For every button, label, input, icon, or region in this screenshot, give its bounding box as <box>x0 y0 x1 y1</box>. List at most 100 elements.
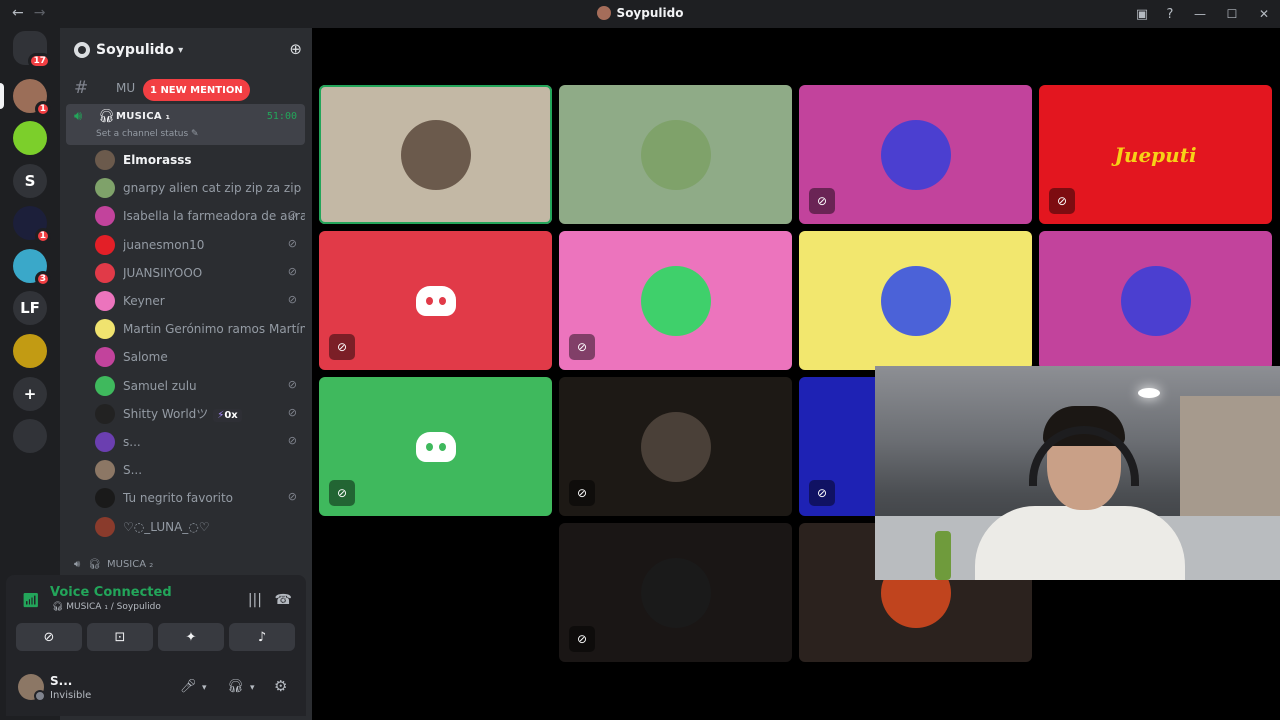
server-label: LF <box>20 299 40 317</box>
server-avatar[interactable] <box>13 121 47 155</box>
invite-people-icon[interactable]: ⊕ <box>289 40 302 58</box>
voice-member[interactable]: s... ⊘ <box>95 430 305 454</box>
voice-member[interactable]: Samuel zulu ⊘ <box>95 374 305 398</box>
participant-tile[interactable]: ⊘ <box>319 231 552 370</box>
soundboard-button[interactable]: ♪ <box>229 623 295 651</box>
gear-icon[interactable]: ⚙ <box>274 677 287 695</box>
chevron-down-icon[interactable]: ▾ <box>250 683 255 693</box>
maximize-button[interactable]: ☐ <box>1216 7 1248 21</box>
signal-icon: 📶︎ <box>22 593 40 609</box>
voice-member[interactable]: JUANSIIYOOO ⊘ <box>95 261 305 285</box>
discover-icon[interactable] <box>13 419 47 453</box>
voice-member[interactable]: Salome <box>95 345 305 369</box>
microphone-icon[interactable]: 🎤︎ <box>180 679 197 694</box>
voice-member[interactable]: S... <box>95 458 305 482</box>
noise-suppression-icon[interactable]: ||| <box>248 592 262 608</box>
avatar <box>95 150 115 170</box>
member-name-text: Isabella la farmeadora de aura <box>123 209 305 224</box>
mic-muted-icon: ⊘ <box>809 480 835 506</box>
chevron-down-icon: ▾ <box>178 44 184 56</box>
server-item[interactable]: LF <box>13 291 47 325</box>
shirt <box>975 506 1185 580</box>
voice-member[interactable]: Tu negrito favorito ⊘ <box>95 486 305 510</box>
mic-muted-icon: ⊘ <box>287 490 297 504</box>
mic-muted-icon: ⊘ <box>287 208 297 222</box>
hash-icon: # <box>74 78 89 98</box>
voice-channel-musica-1[interactable]: 🔊︎ 🎧︎ MUSICA ₁ 51:00 Set a channel statu… <box>66 104 305 145</box>
participant-tile[interactable]: ⊘ <box>559 377 792 516</box>
user-status: Invisible <box>50 690 92 701</box>
chevron-down-icon[interactable]: ▾ <box>202 683 207 693</box>
participant-tile[interactable]: Jueputi ⊘ <box>1039 85 1272 224</box>
voice-location[interactable]: 🎧︎ MUSICA ₁ / Soypulido <box>52 602 161 612</box>
member-name: JUANSIIYOOO <box>123 266 202 280</box>
voice-connected-label[interactable]: Voice Connected <box>50 585 172 600</box>
mic-muted-icon: ⊘ <box>287 405 297 419</box>
mic-muted-icon: ⊘ <box>569 480 595 506</box>
set-channel-status[interactable]: Set a channel status ✎ <box>96 129 199 139</box>
voice-member[interactable]: juanesmon10 ⊘ <box>95 233 305 257</box>
voice-member[interactable]: Martin Gerónimo ramos Martínez <box>95 317 305 341</box>
headphones-icon[interactable]: 🎧︎ <box>227 679 244 694</box>
participant-tile[interactable]: ⊘ <box>559 231 792 370</box>
avatar <box>95 234 115 255</box>
speaker-icon: 🔊︎ <box>74 109 83 124</box>
member-name-text: Keyner <box>123 294 165 308</box>
participant-avatar <box>1120 265 1191 336</box>
self-camera-preview[interactable] <box>875 366 1280 580</box>
boost-value: 0x <box>224 410 238 422</box>
new-mention-pill[interactable]: 1 NEW MENTION <box>143 79 250 101</box>
camera-button[interactable]: ⊘ <box>16 623 82 651</box>
voice-member[interactable]: Isabella la farmeadora de aura ⊘ <box>95 204 305 228</box>
server-avatar[interactable] <box>13 334 47 368</box>
server-avatar[interactable]: 1 <box>13 206 51 244</box>
member-name-text: Samuel zulu <box>123 378 197 393</box>
member-name: Tu negrito favorito <box>123 491 233 505</box>
server-avatar[interactable]: 3 <box>13 249 51 287</box>
participant-tile[interactable]: ⊘ <box>799 85 1032 224</box>
camera-off-icon: ⊘ <box>43 629 55 645</box>
server-label: + <box>23 385 37 403</box>
participant-tile[interactable]: ⊘ <box>559 523 792 662</box>
username[interactable]: S... <box>50 674 72 688</box>
minimize-button[interactable]: — <box>1184 7 1216 21</box>
member-name: S... <box>123 463 142 477</box>
voice-member[interactable]: ♡◌_LUNA_◌♡ <box>95 515 305 539</box>
member-name-text: JUANSIIYOOO <box>123 265 203 280</box>
participant-avatar <box>640 265 711 336</box>
voice-member[interactable]: Elmorasss <box>95 148 305 172</box>
add-server-icon[interactable]: + <box>13 377 47 411</box>
bottle <box>935 531 951 580</box>
server-item[interactable]: S <box>13 164 47 198</box>
voice-channel-musica-2[interactable]: 🔊︎ 🎧︎ MUSICA ₂ <box>66 552 305 576</box>
inbox-icon[interactable]: ▣ <box>1128 7 1156 22</box>
voice-channel-name: MUSICA ₂ <box>107 558 154 570</box>
mic-muted-icon: ⊘ <box>569 334 595 360</box>
disconnect-icon[interactable]: ☎ <box>275 592 292 608</box>
share-screen-button[interactable]: ⊡ <box>87 623 153 651</box>
avatar <box>95 178 115 199</box>
voice-member[interactable]: gnarpy alien cat zip zip za zip <box>95 176 305 200</box>
voice-member[interactable]: Keyner ⊘ <box>95 289 305 313</box>
server-avatar[interactable]: 1 <box>13 79 51 117</box>
soundboard-icon: ♪ <box>257 629 267 645</box>
close-button[interactable]: ✕ <box>1248 7 1280 21</box>
avatar[interactable] <box>18 674 46 702</box>
participant-tile[interactable]: ⊘ <box>319 377 552 516</box>
mic-muted-icon: ⊘ <box>287 377 297 391</box>
guild-header[interactable]: Soypulido ▾ ⊕ <box>60 28 312 72</box>
guild-icon <box>74 42 90 58</box>
discord-logo-icon <box>415 285 456 316</box>
voice-channel-name: MUSICA ₁ <box>116 111 171 122</box>
activities-button[interactable]: ✦ <box>158 623 224 651</box>
help-icon[interactable]: ? <box>1156 7 1184 22</box>
discord-home-icon[interactable]: 17 <box>13 31 51 69</box>
participant-tile[interactable] <box>559 85 792 224</box>
participant-tile[interactable] <box>319 85 552 224</box>
avatar <box>95 460 115 481</box>
voice-member[interactable]: Shitty Worldツ ⚡0x ⊘ <box>95 402 305 426</box>
participant-tile[interactable] <box>799 231 1032 370</box>
discord-logo-icon <box>415 431 456 462</box>
participant-tile[interactable] <box>1039 231 1272 370</box>
avatar <box>95 516 115 537</box>
